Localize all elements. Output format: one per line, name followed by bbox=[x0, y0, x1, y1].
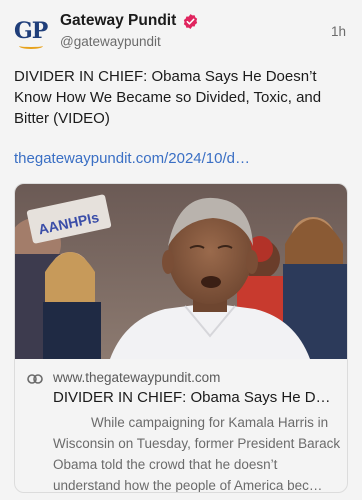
link-icon bbox=[27, 372, 43, 384]
post-link[interactable]: thegatewaypundit.com/2024/10/d… bbox=[14, 149, 348, 169]
author-name[interactable]: Gateway Pundit bbox=[60, 12, 176, 30]
link-preview-card[interactable]: AANHPIs www.thegatewaypundit.com DIVIDER… bbox=[14, 183, 348, 493]
avatar-swoosh bbox=[19, 43, 43, 49]
avatar-logo-text: GP bbox=[14, 18, 48, 44]
post-text: DIVIDER IN CHIEF: Obama Says He Doesn’t … bbox=[14, 68, 322, 127]
card-title[interactable]: DIVIDER IN CHIEF: Obama Says He D… bbox=[53, 388, 339, 408]
author-handle[interactable]: @gatewaypundit bbox=[60, 34, 161, 49]
card-photo: AANHPIs bbox=[15, 184, 347, 359]
post-header: GP Gateway Pundit @gatewaypundit 1h bbox=[14, 10, 348, 56]
author-avatar[interactable]: GP bbox=[14, 16, 48, 50]
card-image[interactable]: AANHPIs bbox=[15, 184, 347, 359]
card-description: While campaigning for Kamala Harris in W… bbox=[53, 415, 341, 493]
verified-badge-icon bbox=[182, 13, 199, 30]
post-timestamp[interactable]: 1h bbox=[331, 24, 346, 39]
author-name-row: Gateway Pundit bbox=[60, 12, 199, 30]
card-domain: www.thegatewaypundit.com bbox=[53, 370, 221, 385]
